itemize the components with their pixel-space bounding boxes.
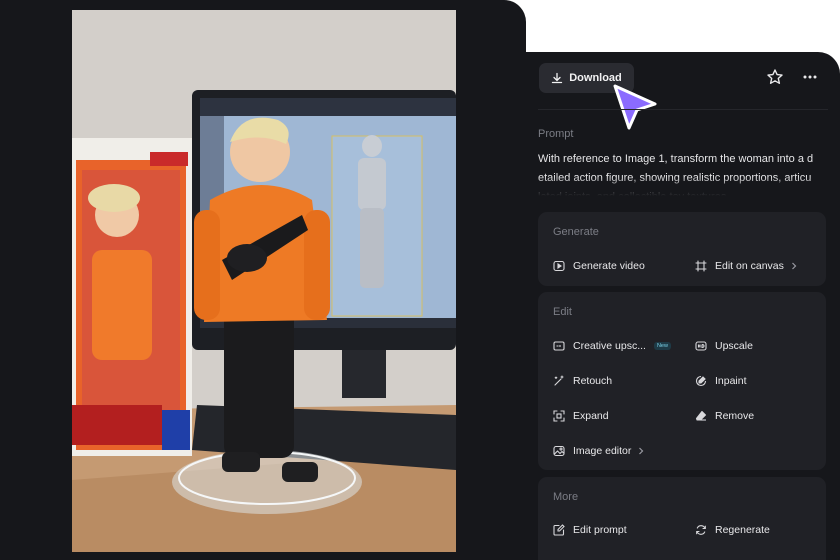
prompt-label: Prompt: [538, 128, 574, 140]
generated-image[interactable]: [72, 10, 456, 552]
regenerate-button[interactable]: Regenerate: [695, 520, 770, 540]
expand-button[interactable]: Expand: [553, 406, 609, 426]
edit-prompt-label: Edit prompt: [573, 524, 627, 536]
prompt-line: With reference to Image 1, transform the…: [538, 153, 814, 165]
inpaint-label: Inpaint: [715, 375, 747, 387]
retouch-button[interactable]: Retouch: [553, 371, 612, 391]
new-badge: New: [653, 342, 671, 350]
canvas-icon: [695, 260, 707, 272]
inpaint-icon: [695, 375, 707, 387]
creative-upscale-icon: [553, 341, 565, 351]
image-editor-icon: [553, 445, 565, 457]
actions-panel: Download Prompt With reference to Image …: [526, 52, 840, 560]
expand-icon: [553, 410, 565, 422]
cursor-arrow-icon: [613, 84, 657, 130]
header-divider: [538, 109, 828, 110]
remove-button[interactable]: Remove: [695, 406, 754, 426]
regenerate-icon: [696, 525, 706, 535]
inpaint-button[interactable]: Inpaint: [695, 371, 747, 391]
wand-icon: [554, 375, 564, 386]
prompt-line: lated joints, and collectible toy textur…: [538, 188, 828, 196]
more-icon[interactable]: [801, 68, 819, 86]
image-card: [0, 0, 526, 560]
generate-section: Generate Generate video Edit on canvas: [538, 212, 826, 286]
edit-on-canvas-button[interactable]: Edit on canvas: [695, 256, 798, 276]
chevron-right-icon: [639, 447, 644, 455]
remove-label: Remove: [715, 410, 755, 422]
star-icon[interactable]: [766, 68, 784, 86]
image-editor-label: Image editor: [573, 445, 632, 457]
edit-prompt-icon: [553, 524, 565, 536]
expand-label: Expand: [573, 410, 609, 422]
upscale-label: Upscale: [715, 340, 753, 352]
upscale-button[interactable]: Upscale: [695, 336, 753, 356]
chevron-right-icon: [791, 262, 797, 270]
creative-upscale-label: Creative upsc...: [573, 340, 646, 352]
play-icon: [553, 260, 565, 272]
eraser-icon: [695, 410, 707, 421]
generate-video-label: Generate video: [573, 260, 645, 272]
prompt-text[interactable]: With reference to Image 1, transform the…: [538, 150, 828, 196]
more-section-title: More: [553, 491, 579, 503]
edit-section-title: Edit: [553, 306, 572, 318]
generate-video-button[interactable]: Generate video: [553, 256, 645, 276]
more-section: More Edit prompt Regenerate: [538, 477, 826, 560]
edit-section: Edit Creative upsc... New Upscale Retouc…: [538, 292, 826, 470]
edit-on-canvas-label: Edit on canvas: [715, 260, 784, 272]
retouch-label: Retouch: [573, 375, 613, 387]
hd-icon: [695, 341, 707, 351]
regenerate-label: Regenerate: [715, 524, 770, 536]
generate-section-title: Generate: [553, 226, 599, 238]
download-icon: [552, 72, 563, 84]
prompt-line: etailed action figure, showing realistic…: [538, 172, 812, 184]
image-editor-button[interactable]: Image editor: [553, 441, 645, 461]
generated-image-illustration: [72, 10, 456, 552]
creative-upscale-button[interactable]: Creative upsc... New: [553, 336, 671, 356]
edit-prompt-button[interactable]: Edit prompt: [553, 520, 627, 540]
